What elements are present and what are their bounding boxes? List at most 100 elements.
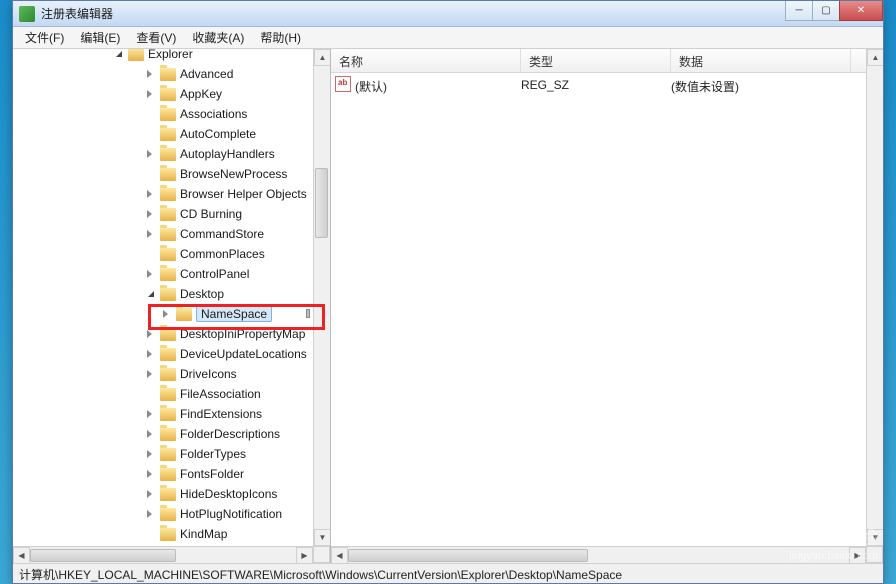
folder-icon	[160, 468, 176, 481]
expand-icon[interactable]	[147, 450, 156, 459]
expand-icon[interactable]	[147, 90, 156, 99]
tree-vertical-scrollbar[interactable]: ▲ ▼	[313, 49, 330, 546]
tree-item-hotplugnotification[interactable]: HotPlugNotification	[31, 504, 311, 524]
tree-hscroll-thumb[interactable]	[30, 549, 176, 562]
folder-icon	[160, 448, 176, 461]
folder-icon	[160, 508, 176, 521]
tree-item-fontsfolder[interactable]: FontsFolder	[31, 464, 311, 484]
tree-horizontal-scrollbar[interactable]: ◀ ▶	[13, 546, 313, 563]
scroll-down-button[interactable]: ▼	[314, 529, 331, 546]
tree-item-commandstore[interactable]: CommandStore	[31, 224, 311, 244]
collapse-icon[interactable]	[115, 50, 124, 59]
tree-item-label: ControlPanel	[180, 267, 253, 281]
menu-help[interactable]: 帮助(H)	[252, 26, 309, 49]
expand-icon[interactable]	[163, 310, 172, 319]
tree-item-driveicons[interactable]: DriveIcons	[31, 364, 311, 384]
folder-icon	[160, 88, 176, 101]
tree-item-label: Advanced	[180, 67, 237, 81]
scroll-down-button[interactable]: ▼	[867, 529, 883, 546]
tree-item-cd-burning[interactable]: CD Burning	[31, 204, 311, 224]
folder-icon	[160, 268, 176, 281]
expand-icon[interactable]	[147, 70, 156, 79]
tree-item-commonplaces[interactable]: CommonPlaces	[31, 244, 311, 264]
expand-icon[interactable]	[147, 210, 156, 219]
tree-item-autocomplete[interactable]: AutoComplete	[31, 124, 311, 144]
tree-item-deviceupdatelocations[interactable]: DeviceUpdateLocations	[31, 344, 311, 364]
tree-item-browsenewprocess[interactable]: BrowseNewProcess	[31, 164, 311, 184]
minimize-button[interactable]: ─	[785, 1, 813, 21]
tree-item-desktopinipropertymap[interactable]: DesktopIniPropertyMap	[31, 324, 311, 344]
tree-item-autoplayhandlers[interactable]: AutoplayHandlers	[31, 144, 311, 164]
tree-item-kindmap[interactable]: KindMap	[31, 524, 311, 544]
expand-icon[interactable]	[147, 150, 156, 159]
tree-item-fileassociation[interactable]: FileAssociation	[31, 384, 311, 404]
expand-icon[interactable]	[147, 470, 156, 479]
tree-item-label: CD Burning	[180, 207, 246, 221]
tree-item-label: Associations	[180, 107, 251, 121]
list-hscroll-thumb[interactable]	[348, 549, 588, 562]
tree-item-associations[interactable]: Associations	[31, 104, 311, 124]
tree-item-label: Explorer	[148, 49, 197, 61]
list-horizontal-scrollbar[interactable]: ◀ ▶	[331, 546, 866, 563]
tree-vscroll-thumb[interactable]	[315, 168, 328, 238]
collapse-icon[interactable]	[147, 290, 156, 299]
expand-icon[interactable]	[147, 370, 156, 379]
folder-icon	[160, 248, 176, 261]
tree-item-advanced[interactable]: Advanced	[31, 64, 311, 84]
list-row[interactable]: (默认) REG_SZ (数值未设置)	[331, 73, 866, 97]
expand-icon[interactable]	[147, 190, 156, 199]
title-bar[interactable]: 注册表编辑器 ─ ▢ ✕	[13, 1, 883, 27]
scroll-left-button[interactable]: ◀	[13, 547, 30, 564]
value-name: (默认)	[355, 76, 521, 97]
expand-icon[interactable]	[147, 350, 156, 359]
app-icon	[19, 6, 35, 22]
tree-item-findextensions[interactable]: FindExtensions	[31, 404, 311, 424]
expand-icon[interactable]	[147, 510, 156, 519]
menu-view[interactable]: 查看(V)	[128, 26, 184, 49]
window-title: 注册表编辑器	[41, 5, 786, 22]
expand-icon[interactable]	[147, 410, 156, 419]
scroll-left-button[interactable]: ◀	[331, 547, 348, 564]
tree-item-folderdescriptions[interactable]: FolderDescriptions	[31, 424, 311, 444]
column-name[interactable]: 名称	[331, 49, 521, 72]
scroll-up-button[interactable]: ▲	[314, 49, 331, 66]
tree-item-namespace[interactable]: NameSpace	[31, 304, 311, 324]
tree-item-label: AutoComplete	[180, 127, 260, 141]
tree-scroll[interactable]: Explorer Advanced AppKey Associations AutoCo…	[13, 49, 313, 546]
scroll-corner	[313, 546, 330, 563]
scroll-right-button[interactable]: ▶	[849, 547, 866, 564]
scroll-up-button[interactable]: ▲	[867, 49, 883, 66]
tree-item-label: FolderTypes	[180, 447, 250, 461]
expand-icon[interactable]	[147, 230, 156, 239]
expand-icon[interactable]	[147, 270, 156, 279]
tree-item-browser-helper-objects[interactable]: Browser Helper Objects	[31, 184, 311, 204]
tree-item-hidedesktopicons[interactable]: HideDesktopIcons	[31, 484, 311, 504]
window-buttons: ─ ▢ ✕	[786, 1, 883, 21]
tree-item-explorer[interactable]: Explorer	[31, 49, 311, 64]
folder-icon	[160, 488, 176, 501]
scroll-right-button[interactable]: ▶	[296, 547, 313, 564]
tree-item-label: DesktopIniPropertyMap	[180, 327, 309, 341]
list-vertical-scrollbar[interactable]: ▲ ▼	[866, 49, 883, 546]
tree-item-foldertypes[interactable]: FolderTypes	[31, 444, 311, 464]
folder-icon	[160, 328, 176, 341]
maximize-button[interactable]: ▢	[812, 1, 840, 21]
column-type[interactable]: 类型	[521, 49, 671, 72]
list-body[interactable]: (默认) REG_SZ (数值未设置)	[331, 73, 866, 546]
expand-icon[interactable]	[147, 330, 156, 339]
menu-file[interactable]: 文件(F)	[17, 26, 72, 49]
list-header: 名称 类型 数据	[331, 49, 883, 73]
folder-icon	[128, 49, 144, 61]
tree-item-label: CommandStore	[180, 227, 268, 241]
close-button[interactable]: ✕	[839, 1, 883, 21]
tree-item-appkey[interactable]: AppKey	[31, 84, 311, 104]
expand-icon[interactable]	[147, 490, 156, 499]
tree-item-label: CommonPlaces	[180, 247, 269, 261]
tree-item-desktop[interactable]: Desktop	[31, 284, 311, 304]
value-type: REG_SZ	[521, 76, 671, 97]
column-data[interactable]: 数据	[671, 49, 851, 72]
tree-item-controlpanel[interactable]: ControlPanel	[31, 264, 311, 284]
expand-icon[interactable]	[147, 430, 156, 439]
menu-favorites[interactable]: 收藏夹(A)	[184, 26, 252, 49]
menu-edit[interactable]: 编辑(E)	[72, 26, 128, 49]
